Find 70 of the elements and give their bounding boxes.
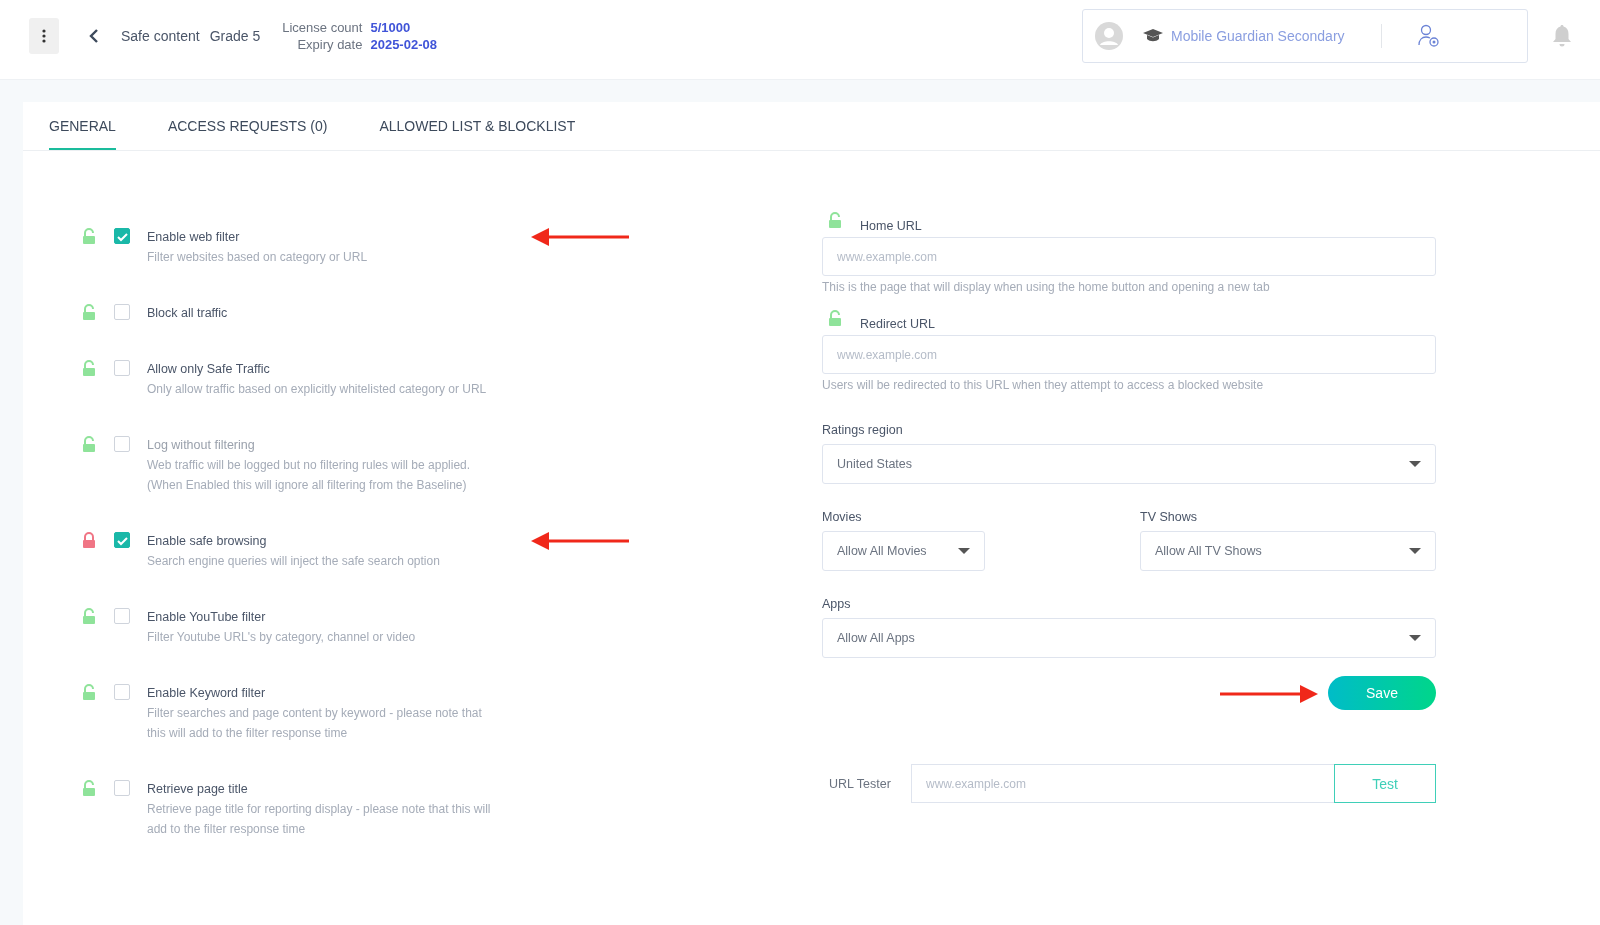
unlocked-padlock-icon[interactable] — [82, 608, 96, 625]
url-input-field[interactable]: www.example.com — [822, 335, 1436, 374]
school-name[interactable]: Mobile Guardian Secondary — [1171, 27, 1345, 44]
checkbox[interactable] — [114, 360, 130, 376]
locked-padlock-icon[interactable] — [82, 532, 96, 549]
unlocked-padlock-icon[interactable] — [828, 309, 842, 327]
caret-icon — [1409, 635, 1421, 641]
tv-shows-dropdown[interactable]: Allow All TV Shows — [1140, 531, 1436, 571]
setting-description: Filter Youtube URL's by category, channel or video — [147, 629, 417, 646]
setting-title: Enable YouTube filter — [147, 609, 267, 626]
checkbox[interactable] — [114, 608, 130, 624]
apps-dropdown[interactable]: Allow All Apps — [822, 618, 1436, 658]
unlocked-padlock-icon[interactable] — [82, 360, 96, 377]
help-text: This is the page that will display when using the home button and opening a new tab — [822, 279, 1271, 295]
setting-description: Filter searches and page content by keyword - please note that this will add to the filter response time — [147, 705, 483, 742]
field-label: TV Shows — [1140, 510, 1198, 524]
unlocked-padlock-icon[interactable] — [82, 684, 96, 701]
checkmark-icon — [115, 534, 129, 546]
checkmark-icon — [115, 230, 129, 242]
caret-icon — [1409, 461, 1421, 467]
avatar-icon — [1095, 21, 1123, 50]
region-dropdown[interactable]: United States — [822, 444, 1436, 484]
tab[interactable]: ALLOWED LIST & BLOCKLIST — [379, 102, 576, 150]
setting-title: Allow only Safe Traffic — [147, 361, 271, 378]
user-settings-icon[interactable] — [1417, 23, 1440, 48]
setting-title: Enable Keyword filter — [147, 685, 267, 702]
unlocked-padlock-icon[interactable] — [82, 228, 96, 245]
caret-icon — [958, 548, 970, 554]
url-input-field[interactable]: www.example.com — [822, 237, 1436, 276]
field-label: Movies — [822, 510, 863, 524]
url-tester-field[interactable]: www.example.com — [911, 764, 1334, 803]
setting-title: Enable safe browsing — [147, 533, 268, 550]
setting-description: Search engine queries will inject the safe search option — [147, 553, 441, 570]
breadcrumb-item[interactable]: Grade 5 — [209, 27, 261, 44]
graduation-cap-icon — [1143, 28, 1163, 43]
setting-description: Retrieve page title for reporting display - please note that this will add to the filter response time — [147, 801, 492, 838]
unlocked-padlock-icon[interactable] — [82, 304, 96, 321]
checkbox[interactable] — [114, 780, 130, 796]
field-label: Apps — [822, 597, 852, 611]
tab[interactable]: ACCESS REQUESTS (0) — [167, 102, 328, 150]
setting-description: Filter websites based on category or URL — [147, 249, 369, 266]
setting-description: Only allow traffic based on explicitly whitelisted category or URL — [147, 381, 488, 398]
breadcrumb-item[interactable]: Safe content — [121, 27, 200, 44]
unlocked-padlock-icon[interactable] — [82, 780, 96, 797]
help-text: Users will be redirected to this URL when they attempt to access a blocked website — [822, 377, 1265, 393]
license-value: 5/1000 — [370, 19, 412, 35]
checkbox[interactable] — [114, 684, 130, 700]
field-label: Home URL — [860, 219, 922, 233]
movies-dropdown[interactable]: Allow All Movies — [822, 531, 985, 571]
checkbox[interactable] — [114, 228, 130, 244]
setting-title: Enable web filter — [147, 229, 241, 246]
bell-icon[interactable] — [1552, 23, 1572, 48]
back-chevron-icon[interactable] — [89, 27, 99, 44]
license-label: License count — [282, 19, 363, 35]
more-menu-button[interactable] — [29, 17, 59, 54]
caret-icon — [1409, 548, 1421, 554]
field-label: Redirect URL — [860, 317, 936, 331]
setting-title: Retrieve page title — [147, 781, 249, 798]
checkbox[interactable] — [114, 304, 130, 320]
unlocked-padlock-icon[interactable] — [828, 211, 842, 229]
tab[interactable]: GENERAL — [49, 102, 116, 150]
more-dots-icon — [42, 28, 46, 43]
license-label: Expiry date — [296, 36, 363, 52]
setting-title: Log without filtering — [147, 437, 256, 454]
setting-description: Web traffic will be logged but no filtering rules will be applied. (When Enabled this will ignore all filtering from the Baseline) — [147, 457, 472, 494]
setting-title: Block all traffic — [147, 305, 229, 322]
field-label: URL Tester — [828, 776, 892, 791]
field-label: Ratings region — [822, 423, 904, 437]
license-value: 2025-02-08 — [370, 36, 437, 52]
checkbox[interactable] — [114, 532, 130, 548]
